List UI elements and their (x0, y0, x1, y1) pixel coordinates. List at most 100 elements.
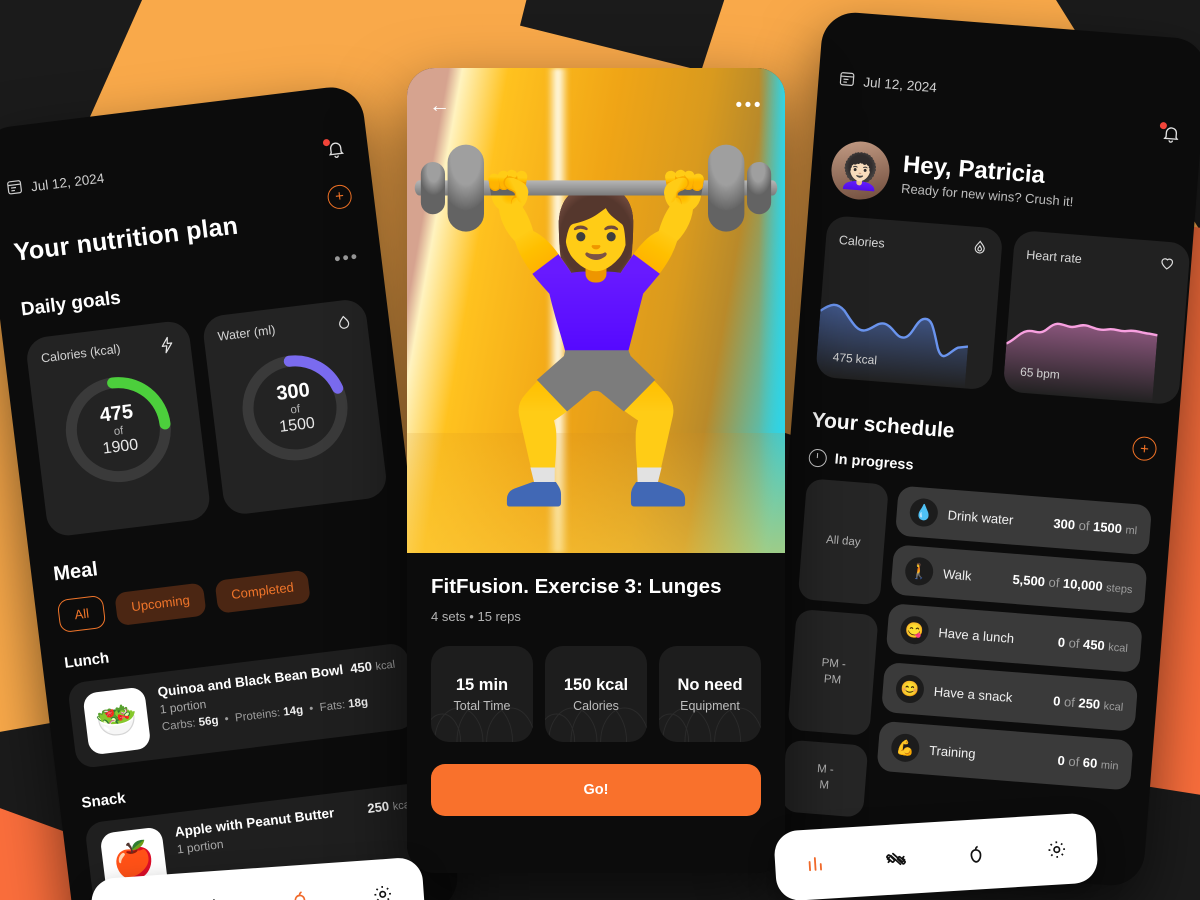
schedule-time-column: All day PM - PM M - M (780, 478, 889, 818)
filter-tab-completed[interactable]: Completed (214, 569, 311, 614)
proteins-value: 14g (282, 704, 304, 719)
phone-exercise-detail: 🏋️‍♀️ ← ••• FitFusion. Exercise 3: Lunge… (407, 68, 785, 873)
fats-value: 18g (347, 696, 369, 711)
date-chip: Jul 12, 2024 (838, 70, 938, 98)
water-drop-icon (334, 313, 355, 338)
task-name: Training (928, 742, 977, 761)
lightning-bolt-icon (157, 335, 178, 360)
exercise-stat-equipment: No need Equipment (659, 646, 761, 742)
task-progress: 300 of 1500 ml (1052, 515, 1138, 537)
task-name: Have a snack (933, 683, 1013, 705)
goal-card-water[interactable]: Water (ml) 300 of 1500 (201, 297, 389, 517)
exercise-stat-calories: 150 kcal Calories (545, 646, 647, 742)
calendar-icon (838, 70, 857, 91)
fats-label: Fats: (319, 699, 346, 715)
task-progress: 5,500 of 10,000 steps (1011, 571, 1133, 596)
ellipsis-icon[interactable]: ••• (736, 96, 763, 115)
meal-thumbnail: 🥗 (82, 686, 152, 756)
task-row-walk[interactable]: 🚶 Walk 5,500 of 10,000 steps (890, 544, 1148, 615)
exercise-meta: 4 sets • 15 reps (431, 609, 521, 624)
time-group-label: PM - PM (787, 608, 879, 736)
notification-bell-icon[interactable] (1159, 121, 1183, 145)
task-row-drink-water[interactable]: 💧 Drink water 300 of 1500 ml (894, 485, 1153, 556)
water-drop-emoji-icon: 💧 (908, 497, 939, 528)
stat-card-heart-rate[interactable]: Heart rate 65 bpm (1002, 229, 1191, 406)
goal-label: Water (ml) (216, 322, 277, 344)
filter-tab-upcoming[interactable]: Upcoming (114, 582, 207, 627)
stat-card-calories[interactable]: Calories 475 kcal (815, 215, 1004, 391)
notification-bell-icon[interactable] (322, 138, 347, 160)
plus-icon[interactable]: + (326, 183, 353, 210)
calories-progress-ring: 475 of 1900 (54, 365, 183, 494)
goal-value: 475 (98, 401, 135, 428)
calories-sparkline (815, 303, 969, 389)
date-label: Jul 12, 2024 (30, 170, 105, 194)
water-progress-ring: 300 of 1500 (230, 343, 359, 472)
task-progress: 0 of 450 kcal (1057, 633, 1129, 655)
task-name: Have a lunch (937, 624, 1015, 646)
task-row-training[interactable]: 💪 Training 0 of 60 min (876, 720, 1134, 791)
goal-target: 1900 (101, 436, 140, 458)
dumbbell-icon[interactable] (203, 892, 231, 900)
stats-bars-icon[interactable] (802, 851, 830, 879)
ellipsis-icon[interactable]: ••• (333, 246, 360, 269)
task-row-have-a-snack[interactable]: 😊 Have a snack 0 of 250 kcal (881, 661, 1139, 732)
task-name: Drink water (947, 506, 1014, 528)
calendar-icon (5, 177, 24, 199)
apple-icon[interactable] (962, 841, 990, 869)
proteins-label: Proteins: (234, 707, 281, 725)
daily-goals-heading: Daily goals (19, 287, 122, 321)
back-arrow-icon[interactable]: ← (429, 95, 450, 116)
goal-value: 300 (275, 379, 312, 406)
task-row-have-a-lunch[interactable]: 😋 Have a lunch 0 of 450 kcal (885, 603, 1143, 673)
carbs-label: Carbs: (161, 717, 197, 734)
exercise-stat-total-time: 15 min Total Time (431, 646, 533, 742)
time-group-label: M - M (780, 739, 869, 818)
exercise-title: FitFusion. Exercise 3: Lunges (431, 575, 722, 598)
flexed-bicep-emoji-icon: 💪 (890, 732, 921, 763)
task-progress: 0 of 60 min (1057, 752, 1120, 773)
yum-face-emoji-icon: 😊 (894, 673, 925, 705)
stat-value: 475 kcal (832, 349, 878, 368)
schedule-task-column: 💧 Drink water 300 of 1500 ml 🚶 Walk 5,50… (873, 485, 1153, 839)
exercise-stat-label: Total Time (453, 698, 511, 713)
stat-label: Heart rate (1025, 247, 1083, 266)
date-label: Jul 12, 2024 (862, 74, 938, 95)
heart-rate-sparkline (1002, 322, 1158, 404)
exercise-stat-label: Equipment (680, 698, 740, 713)
flame-icon (970, 238, 990, 262)
stat-value: 65 bpm (1019, 364, 1061, 382)
in-progress-label: In progress (834, 451, 915, 474)
exercise-stat-value: 150 kcal (563, 675, 629, 694)
schedule-grid: All day PM - PM M - M 💧 Drink water 300 … (780, 478, 1153, 839)
gear-icon[interactable] (368, 880, 396, 900)
stat-label: Calories (838, 232, 886, 251)
apple-icon[interactable] (286, 886, 314, 900)
carbs-value: 56g (198, 714, 220, 729)
goal-of: of (289, 403, 301, 417)
clock-icon (808, 448, 828, 468)
exercise-hero-image: 🏋️‍♀️ ← ••• (407, 68, 785, 553)
plus-icon[interactable]: + (1131, 435, 1158, 462)
heart-icon (1157, 253, 1177, 277)
goal-label: Calories (kcal) (40, 341, 122, 366)
go-button[interactable]: Go! (431, 764, 761, 816)
exercise-stats: 15 min Total Time 150 kcal Calories No n… (431, 646, 761, 742)
schedule-heading: Your schedule (810, 408, 956, 443)
poster-canvas: Jul 12, 2024 Your nutrition plan + Daily… (0, 0, 1200, 900)
avatar[interactable]: 👩🏻‍🦱 (829, 139, 892, 202)
dumbbell-icon[interactable] (882, 846, 910, 874)
exercise-stat-value: 15 min (455, 675, 509, 694)
walking-emoji-icon: 🚶 (904, 556, 935, 587)
task-progress: 0 of 250 kcal (1052, 692, 1124, 714)
gear-icon[interactable] (1043, 836, 1071, 864)
athlete-photo: 🏋️‍♀️ (407, 138, 785, 508)
goal-target: 1500 (278, 414, 316, 436)
goal-card-calories[interactable]: Calories (kcal) 475 of 1900 (24, 319, 212, 538)
goal-of: of (113, 424, 125, 438)
time-group-label: All day (797, 478, 889, 606)
filter-tab-all[interactable]: All (56, 594, 107, 634)
happy-face-emoji-icon: 😋 (899, 615, 930, 646)
greeting-row: 👩🏻‍🦱 Hey, Patricia Ready for new wins? C… (829, 139, 1178, 224)
exercise-stat-label: Calories (573, 698, 619, 713)
